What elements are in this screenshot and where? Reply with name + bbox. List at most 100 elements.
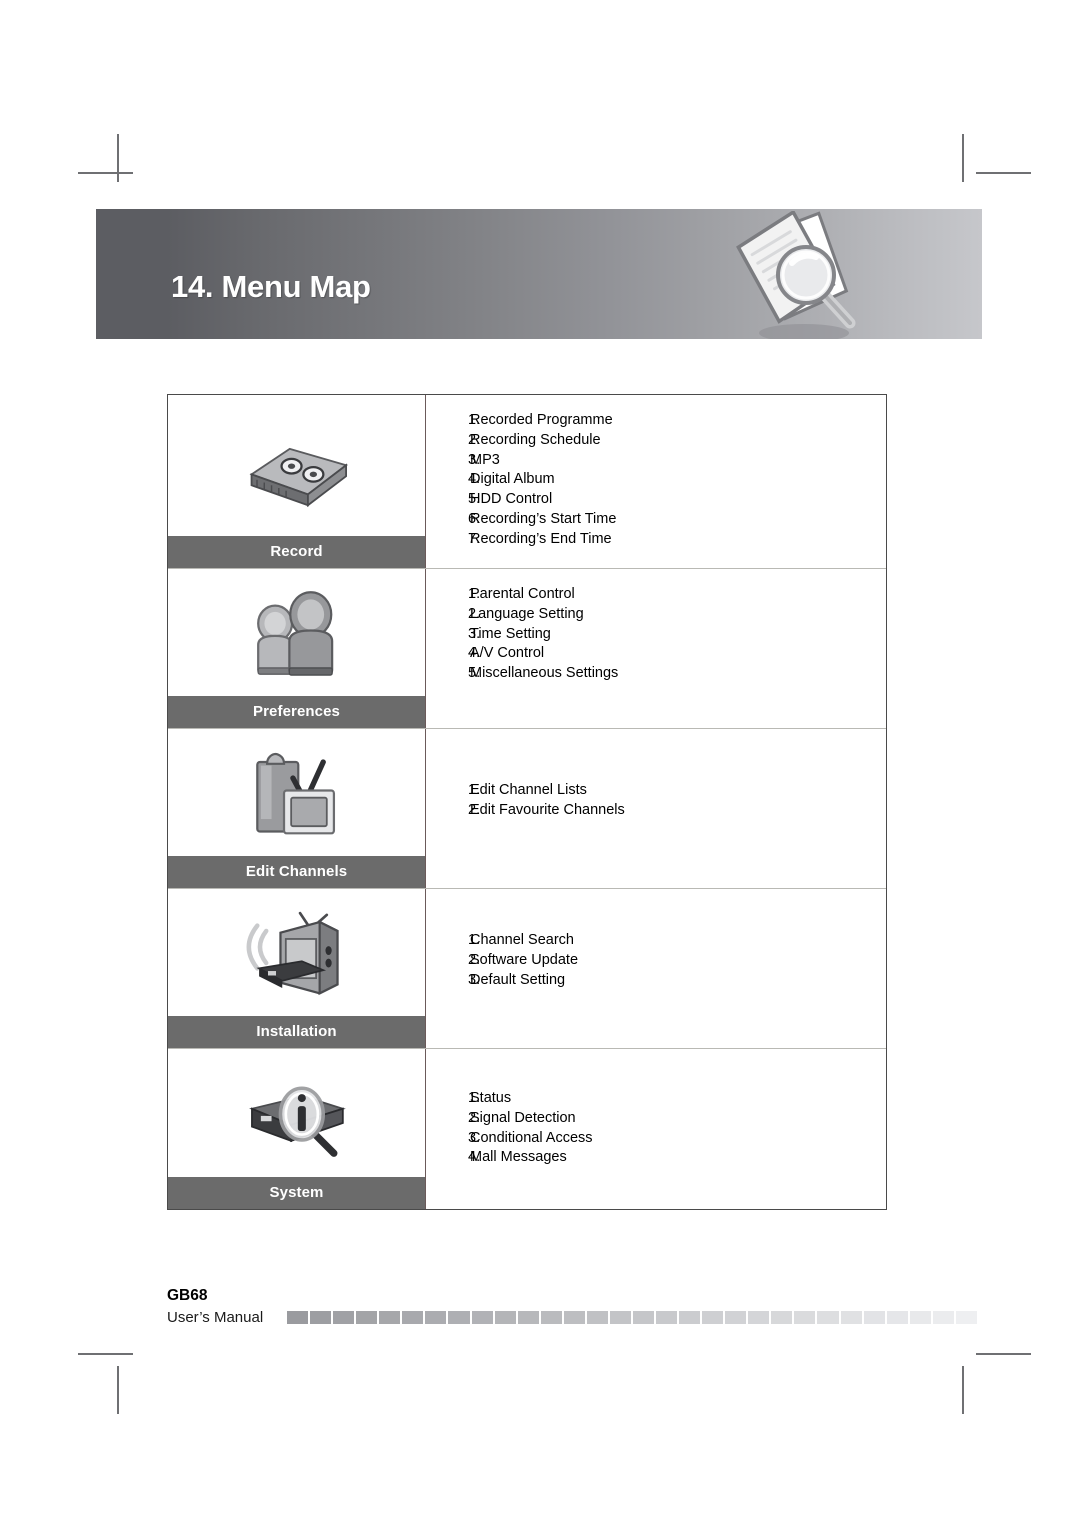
footer-bar-segment	[517, 1311, 539, 1324]
footer-bar-segment	[540, 1311, 562, 1324]
section-label-record: Record	[168, 536, 425, 568]
list-item-label: Recording’s Start Time	[470, 510, 617, 527]
footer-bar-segment	[886, 1311, 908, 1324]
menu-section-edit-channels: Edit Channels 1. Edit Channel Lists 2. E…	[168, 729, 886, 889]
footer-bar-segment	[863, 1311, 885, 1324]
footer-bar-segment	[287, 1311, 309, 1324]
menu-section-system: System 1. Status 2. Signal Detection 3. …	[168, 1049, 886, 1209]
tv-antenna-receiver-icon	[168, 889, 425, 1016]
section-items-system: 1. Status 2. Signal Detection 3. Conditi…	[426, 1049, 886, 1209]
footer-bar-segment	[379, 1311, 401, 1324]
section-items-installation: 1. Channel Search 2. Software Update 3. …	[426, 889, 886, 1048]
crop-mark-bottom-left-vertical	[117, 1366, 119, 1414]
list-item: 3. Time Setting	[426, 625, 886, 645]
list-item-number: 5.	[468, 665, 481, 682]
two-people-icon	[168, 569, 425, 696]
list-item: 3. MP3	[426, 451, 886, 471]
footer-bar-segment	[955, 1311, 977, 1324]
list-item: 2. Language Setting	[426, 605, 886, 625]
list-item: 1. Recorded Programme	[426, 411, 886, 431]
list-item-label: Signal Detection	[470, 1109, 576, 1126]
list-item-label: A/V Control	[470, 645, 545, 662]
list-item-label: Recording Schedule	[470, 431, 601, 448]
list-item-number: 1.	[468, 932, 481, 948]
section-icon-column: Edit Channels	[168, 729, 426, 888]
manual-label: User’s Manual	[167, 1309, 264, 1326]
list-item: 6. Recording’s Start Time	[426, 510, 886, 530]
list-item: 4. Digital Album	[426, 470, 886, 490]
list-item-label: Status	[470, 1090, 512, 1106]
footer-bar-segment	[471, 1311, 493, 1324]
footer-bar-segment	[609, 1311, 631, 1324]
list-item-label: Recorded Programme	[470, 412, 613, 428]
list-item-number: 2.	[468, 801, 481, 818]
crop-mark-top-left-vertical	[117, 134, 119, 182]
list-item: 4. A/V Control	[426, 644, 886, 664]
hdd-recorder-icon	[168, 395, 425, 536]
footer-bar-segment	[932, 1311, 954, 1324]
list-item: 5. HDD Control	[426, 490, 886, 510]
list-item: 2. Signal Detection	[426, 1109, 886, 1129]
menu-section-installation: Installation 1. Channel Search 2. Softwa…	[168, 889, 886, 1049]
footer-bar-segment	[748, 1311, 770, 1324]
footer-bar-segment	[310, 1311, 332, 1324]
footer-bar-segment	[586, 1311, 608, 1324]
page-number: GB68	[167, 1287, 208, 1304]
list-item: 3. Conditional Access	[426, 1129, 886, 1149]
menu-section-preferences: Preferences 1. Parental Control 2. Langu…	[168, 569, 886, 729]
list-item-number: 1.	[468, 412, 481, 428]
crop-mark-top-right-vertical	[962, 134, 964, 182]
footer-bar-segment	[909, 1311, 931, 1324]
list-item-number: 6.	[468, 510, 481, 527]
list-item-number: 1.	[468, 586, 481, 602]
list-item-number: 4.	[468, 645, 481, 662]
menu-section-record: Record 1. Recorded Programme 2. Recordin…	[168, 395, 886, 569]
crop-mark-bottom-left-horizontal	[78, 1353, 133, 1355]
footer-bar-segment	[356, 1311, 378, 1324]
list-item-label: Mall Messages	[470, 1149, 567, 1166]
footer-bar-segment	[725, 1311, 747, 1324]
footer-bar-segment	[840, 1311, 862, 1324]
list-item: 1. Parental Control	[426, 585, 886, 605]
list-item-label: Edit Favourite Channels	[470, 801, 625, 818]
section-label-edit-channels: Edit Channels	[168, 856, 425, 888]
list-item: 1. Edit Channel Lists	[426, 781, 886, 801]
section-icon-column: Preferences	[168, 569, 426, 728]
list-item: 2. Edit Favourite Channels	[426, 801, 886, 821]
list-item-label: HDD Control	[470, 491, 553, 508]
list-item-label: Parental Control	[470, 586, 575, 602]
receiver-info-magnifier-icon	[168, 1049, 425, 1177]
list-item-label: Digital Album	[470, 471, 555, 488]
section-items-edit-channels: 1. Edit Channel Lists 2. Edit Favourite …	[426, 729, 886, 888]
section-label-preferences: Preferences	[168, 696, 425, 728]
list-item-label: Channel Search	[470, 932, 574, 948]
list-item-label: Miscellaneous Settings	[470, 665, 619, 682]
footer-bar-segment	[333, 1311, 355, 1324]
list-item-number: 2.	[468, 431, 481, 448]
list-item-label: Time Setting	[470, 625, 551, 642]
list-item-label: Default Setting	[470, 971, 566, 988]
chapter-header-banner: 14. Menu Map	[96, 209, 982, 339]
footer-bar-segment	[632, 1311, 654, 1324]
section-items-preferences: 1. Parental Control 2. Language Setting …	[426, 569, 886, 728]
page-title: 14. Menu Map	[171, 269, 371, 304]
menu-map-table: Record 1. Recorded Programme 2. Recordin…	[167, 394, 887, 1210]
list-item-label: MP3	[470, 451, 500, 468]
documents-magnifier-icon	[724, 209, 874, 339]
footer-bar-segment	[679, 1311, 701, 1324]
list-item-label: Conditional Access	[470, 1129, 593, 1146]
footer-bar-segment	[402, 1311, 424, 1324]
list-item-number: 3.	[468, 451, 481, 468]
list-item: 1. Channel Search	[426, 931, 886, 951]
section-icon-column: Installation	[168, 889, 426, 1048]
section-label-system: System	[168, 1177, 425, 1209]
footer-bar-segment	[702, 1311, 724, 1324]
clipboard-checkmark-tv-icon	[168, 729, 425, 856]
list-item-number: 2.	[468, 605, 481, 622]
footer-gradient-bar	[287, 1311, 977, 1324]
list-item-label: Recording’s End Time	[470, 530, 612, 547]
list-item: 1. Status	[426, 1089, 886, 1109]
footer-bar-segment	[656, 1311, 678, 1324]
list-item-number: 3.	[468, 1129, 481, 1146]
footer-bar-segment	[817, 1311, 839, 1324]
